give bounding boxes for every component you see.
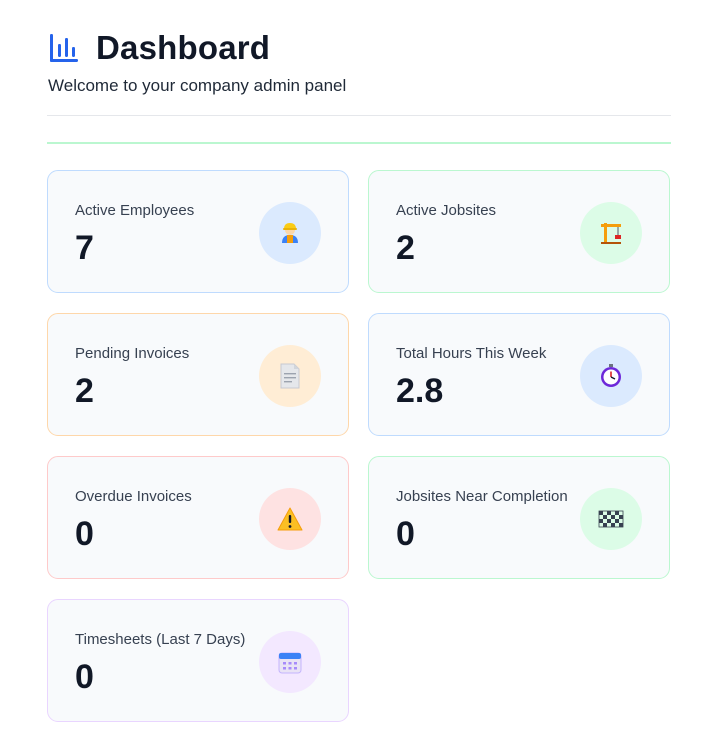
page-header: Dashboard Welcome to your company admin … <box>48 28 671 96</box>
checkered-flag-icon <box>580 488 642 550</box>
stat-card-value: 0 <box>396 515 415 553</box>
page-title: Dashboard <box>96 29 271 66</box>
stat-card-value: 2 <box>75 372 94 410</box>
stat-card-value: 7 <box>75 229 94 267</box>
warning-icon <box>259 488 321 550</box>
stat-card-value: 2.8 <box>396 372 444 410</box>
dashboard-page: Dashboard Welcome to your company admin … <box>0 0 714 743</box>
stat-card-value: 0 <box>75 658 94 696</box>
stat-card-timesheets-last-7-days[interactable]: Timesheets (Last 7 Days) 0 <box>47 599 349 722</box>
calendar-icon <box>259 631 321 693</box>
stat-card-label: Timesheets (Last 7 Days) <box>75 631 246 648</box>
accent-line <box>47 142 671 144</box>
stat-card-label: Active Jobsites <box>396 202 497 219</box>
stat-card-total-hours-this-week[interactable]: Total Hours This Week 2.8 <box>368 313 670 436</box>
construction-worker-icon <box>259 202 321 264</box>
header-divider <box>47 115 671 116</box>
stat-card-label: Total Hours This Week <box>396 345 547 362</box>
document-icon <box>259 345 321 407</box>
stat-card-value: 0 <box>75 515 94 553</box>
stat-card-value: 2 <box>396 229 415 267</box>
title-row: Dashboard <box>48 28 671 68</box>
stat-card-jobsites-near-completion[interactable]: Jobsites Near Completion 0 <box>368 456 670 579</box>
stat-card-overdue-invoices[interactable]: Overdue Invoices 0 <box>47 456 349 579</box>
stat-card-label: Active Employees <box>75 202 195 219</box>
stat-card-pending-invoices[interactable]: Pending Invoices 2 <box>47 313 349 436</box>
page-subtitle: Welcome to your company admin panel <box>48 76 347 95</box>
stat-card-active-employees[interactable]: Active Employees 7 <box>47 170 349 293</box>
bar-chart-icon <box>50 34 78 62</box>
stat-card-label: Jobsites Near Completion <box>396 488 568 505</box>
stat-card-label: Overdue Invoices <box>75 488 192 505</box>
stat-card-label: Pending Invoices <box>75 345 190 362</box>
crane-icon <box>580 202 642 264</box>
stopwatch-icon <box>580 345 642 407</box>
stat-card-active-jobsites[interactable]: Active Jobsites 2 <box>368 170 670 293</box>
